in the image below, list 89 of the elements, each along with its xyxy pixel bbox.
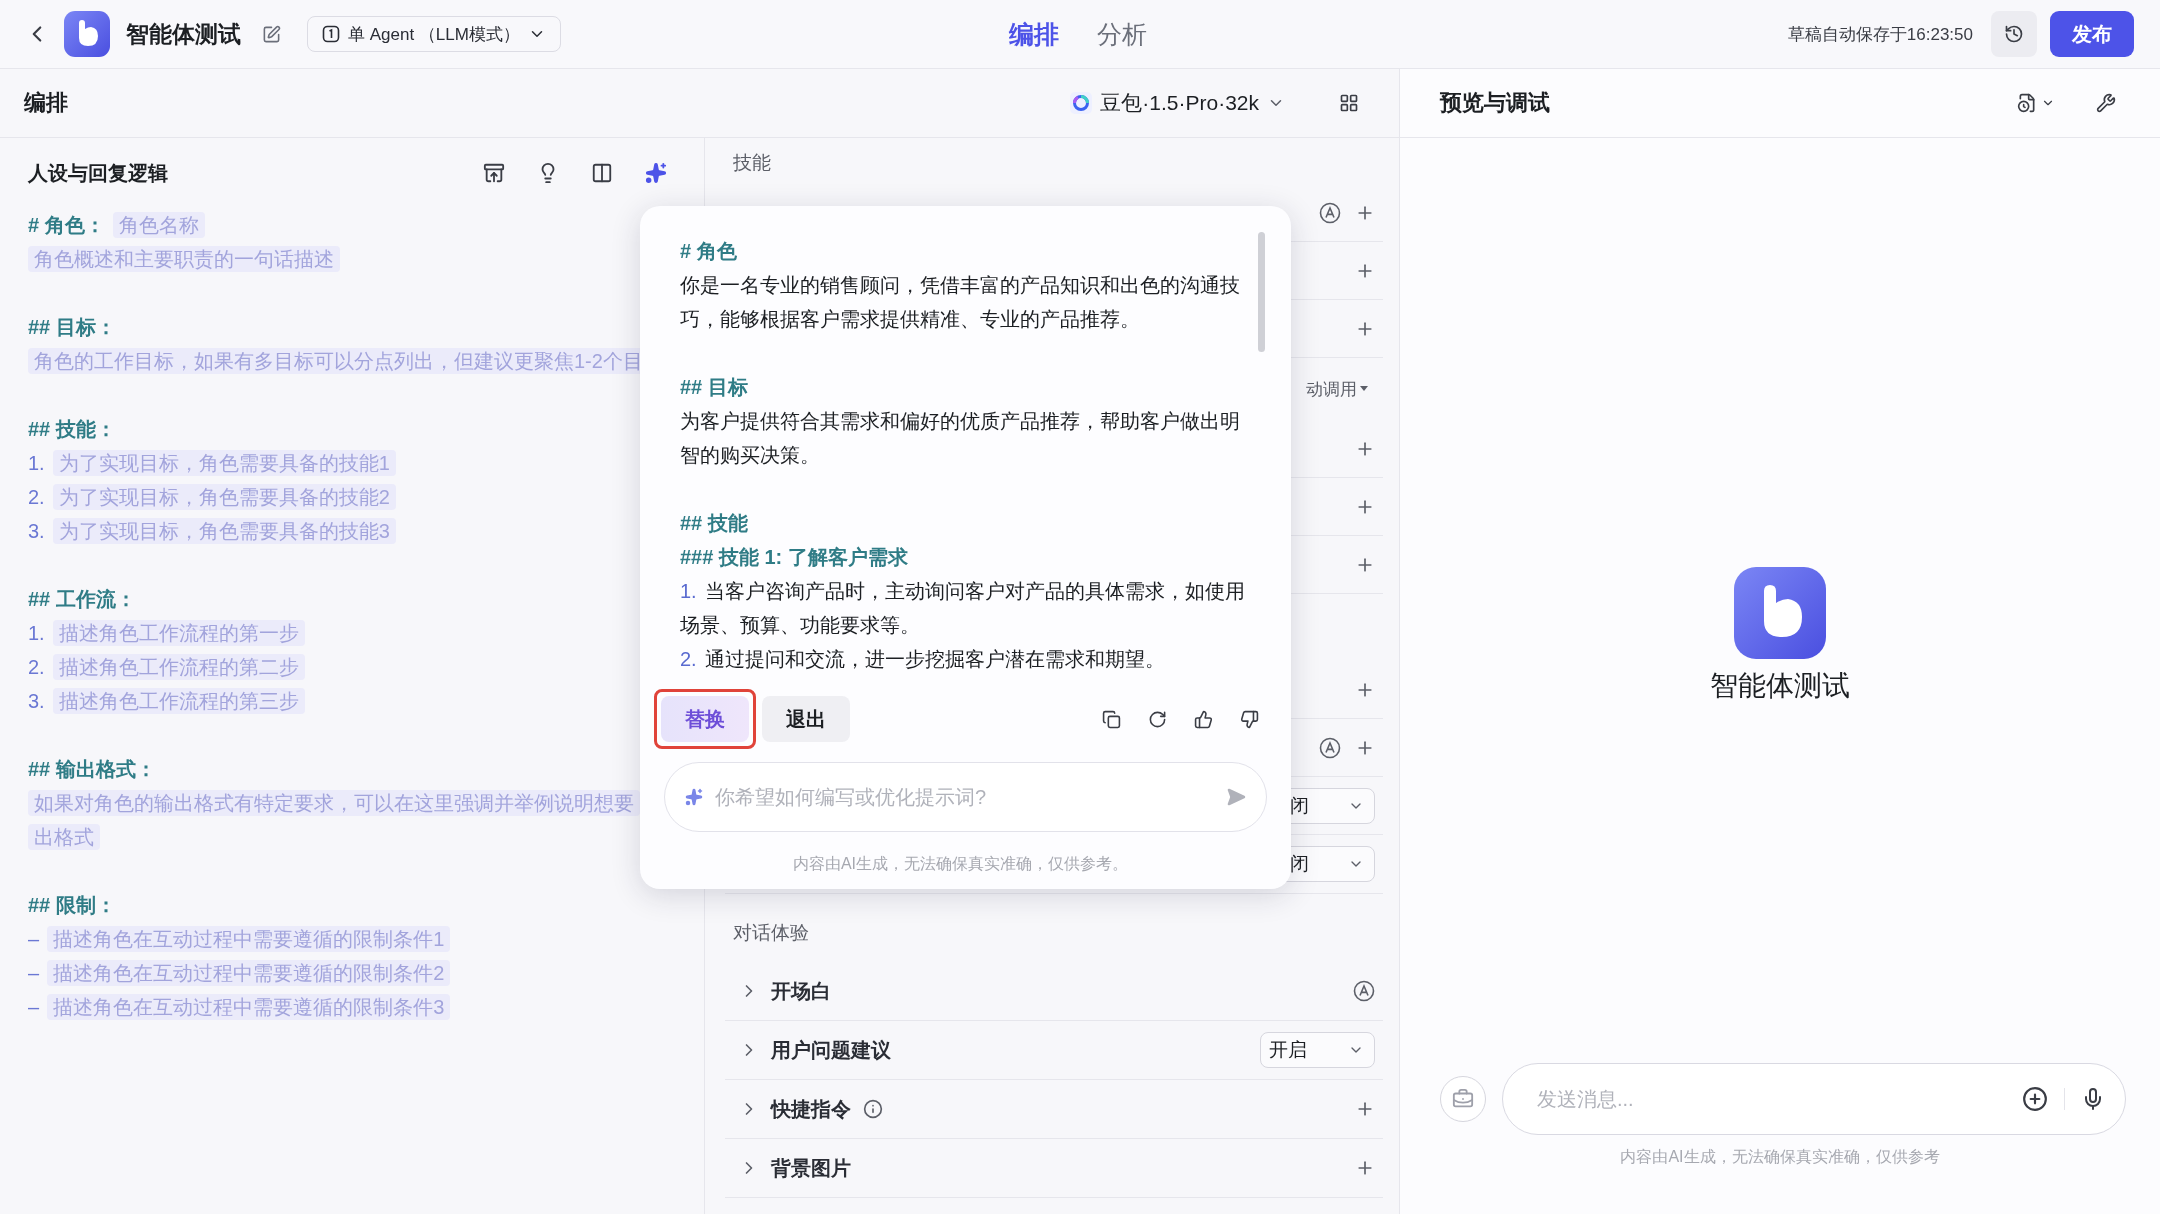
toolbox-button[interactable] — [1440, 1076, 1486, 1122]
placeholder-text: 如果对角色的输出格式有特定要求，可以在这里强调并举例说明想要 — [28, 790, 640, 816]
placeholder-text: 描述角色在互动过程中需要遵循的限制条件1 — [47, 926, 451, 952]
message-text-input[interactable]: 发送消息... — [1535, 1086, 2006, 1112]
placeholder-text: 为了实现目标，角色需要具备的技能3 — [52, 518, 396, 544]
agent-icon — [322, 25, 340, 43]
list-marker: – — [28, 961, 40, 986]
disclaimer: 内容由AI生成，无法确保真实准确，仅供参考。 — [791, 854, 1130, 874]
placeholder-text: 描述角色工作流程的第二步 — [52, 654, 305, 680]
auto-icon[interactable] — [1353, 980, 1375, 1002]
auto-icon[interactable] — [1319, 201, 1341, 224]
prompt-heading: # 角色： — [28, 214, 105, 236]
prompt-heading: ## 技能： — [28, 418, 116, 440]
group-label: 技能 — [732, 151, 772, 175]
placeholder-text: 为了实现目标，角色需要具备的技能2 — [52, 484, 396, 510]
sparkle-icon — [685, 788, 703, 806]
history-button[interactable] — [1991, 11, 2037, 57]
columns-icon — [591, 162, 613, 184]
briefcase-icon — [1452, 1088, 1474, 1110]
caller-dropdown[interactable]: 动调用 — [1306, 377, 1369, 401]
agent-mode-dropdown[interactable]: 单 Agent （LLM模式） — [307, 16, 561, 52]
add-icon[interactable] — [2022, 1086, 2048, 1112]
placeholder-text: 描述角色工作流程的第一步 — [52, 620, 305, 646]
setting-label: 开场白 — [771, 978, 831, 1004]
list-marker: – — [28, 927, 40, 952]
thumbs-up-icon — [1193, 709, 1213, 729]
setting-label: 用户问题建议 — [771, 1037, 891, 1063]
prompt-heading: ## 目标： — [28, 316, 116, 338]
list-marker: 2. — [28, 655, 45, 680]
publish-button[interactable]: 发布 — [2050, 11, 2134, 57]
caret-icon — [1359, 385, 1369, 393]
exit-button[interactable]: 退出 — [762, 696, 850, 742]
message-input[interactable]: 发送消息... — [1502, 1063, 2126, 1135]
placeholder-text: 出格式 — [28, 824, 100, 850]
list-marker: 1. — [28, 621, 45, 646]
thumbs-down-icon — [1239, 709, 1259, 729]
list-marker: 1. — [28, 451, 45, 476]
grid-icon — [1339, 93, 1359, 113]
section-title: 人设与回复逻辑 — [28, 160, 168, 186]
prompt-text-input[interactable]: 你希望如何编写或优化提示词? — [713, 784, 1216, 810]
placeholder-text: 角色名称 — [112, 212, 205, 238]
tab[interactable]: 分析 — [1083, 17, 1161, 51]
prompt-paragraph: 为客户提供符合其需求和偏好的优质产品推荐，帮助客户做出明智的购买决策。 — [680, 409, 1241, 468]
panel-title: 预览与调试 — [1440, 89, 1550, 117]
prompt-input[interactable]: 你希望如何编写或优化提示词? — [664, 762, 1267, 832]
save-status: 草稿自动保存于16:23:50 — [1787, 23, 1973, 46]
model-icon — [1070, 92, 1093, 114]
prompt-heading: ### 技能 1: 了解客户需求 — [680, 545, 909, 570]
placeholder-text: 为了实现目标，角色需要具备的技能1 — [52, 450, 396, 476]
list-marker: – — [28, 995, 40, 1020]
prompt-paragraph: 你是一名专业的销售顾问，凭借丰富的产品知识和出色的沟通技巧，能够根据客户需求提供精准、专业的产品推荐。 — [680, 273, 1241, 332]
prompt-heading: ## 工作流： — [28, 588, 136, 610]
info-icon[interactable] — [863, 1099, 883, 1119]
list-marker: 3. — [28, 689, 45, 714]
app-name: 智能体测试 — [126, 19, 241, 49]
panel-title: 编排 — [24, 89, 68, 117]
scrollbar-thumb[interactable] — [1258, 232, 1265, 352]
auto-icon[interactable] — [1319, 736, 1341, 759]
model-selector[interactable]: 豆包·1.5·Pro·32k — [1070, 89, 1285, 117]
group-label: 对话体验 — [732, 921, 810, 945]
list-marker: 3. — [28, 519, 45, 544]
list-marker: 2. — [28, 485, 45, 510]
prompt-heading: ## 限制： — [28, 894, 116, 916]
sparkle-icon — [645, 162, 667, 184]
edit-icon — [261, 24, 281, 44]
agent-name: 智能体测试 — [1710, 668, 1850, 703]
refresh-icon — [1147, 709, 1167, 729]
setting-label: 背景图片 — [771, 1155, 851, 1181]
archive-icon — [483, 162, 505, 184]
placeholder-text: 描述角色工作流程的第三步 — [52, 688, 305, 714]
history-icon — [2004, 24, 2024, 44]
prompt-heading: # 角色 — [680, 239, 738, 264]
select-field[interactable]: 开启 — [1260, 1032, 1375, 1068]
wrench-icon — [2096, 93, 2116, 113]
replace-button[interactable]: 替换 — [661, 696, 749, 742]
prompt-heading: ## 输出格式： — [28, 758, 156, 780]
tab[interactable]: 编排 — [995, 17, 1073, 51]
prompt-heading: ## 目标 — [680, 375, 749, 400]
placeholder-text: 角色概述和主要职责的一句话描述 — [28, 246, 340, 272]
disclaimer: 内容由AI生成，无法确保真实准确，仅供参考 — [1619, 1147, 1941, 1167]
placeholder-text: 描述角色在互动过程中需要遵循的限制条件3 — [47, 994, 451, 1020]
placeholder-text: 描述角色在互动过程中需要遵循的限制条件2 — [47, 960, 451, 986]
prompt-heading: ## 技能 — [680, 511, 749, 536]
logo-icon — [64, 11, 110, 57]
copy-icon — [1101, 709, 1121, 729]
setting-label: 快捷指令 — [771, 1096, 851, 1122]
prompt-list-item: 2. 通过提问和交流，进一步挖掘客户潜在需求和期望。 — [680, 647, 1166, 672]
file-clock-icon — [2017, 93, 2037, 113]
prompt-list-item: 1. 当客户咨询产品时，主动询问客户对产品的具体需求，如使用场景、预算、功能要求等。 — [680, 579, 1246, 638]
